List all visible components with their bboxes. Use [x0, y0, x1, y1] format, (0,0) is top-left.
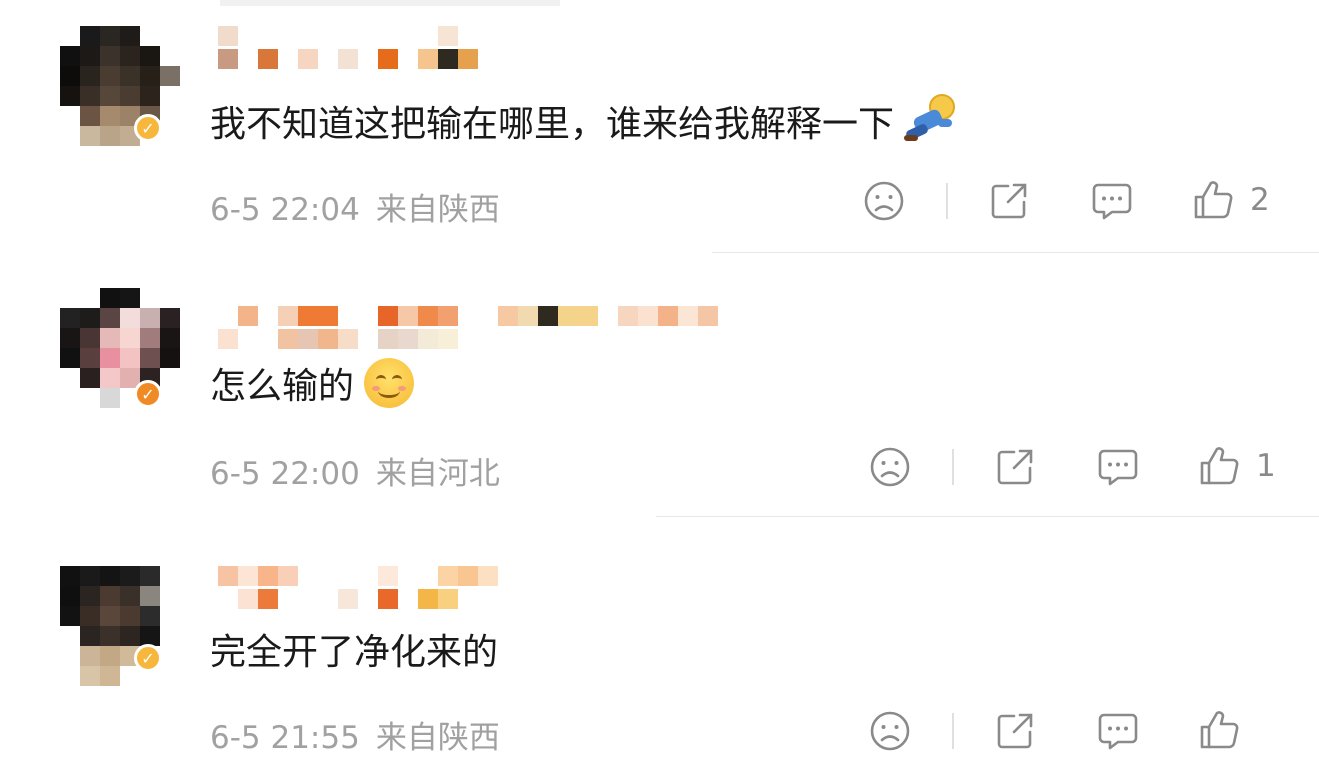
- thumbs-up-icon: [1200, 711, 1239, 749]
- comment-meta: 6-5 21:55 来自陕西: [210, 712, 500, 757]
- dislike-button[interactable]: [869, 710, 911, 752]
- comment-button[interactable]: [1090, 180, 1134, 222]
- like-count: 2: [1250, 182, 1270, 218]
- share-button[interactable]: [994, 446, 1036, 488]
- comment-meta: 6-5 22:04 来自陕西: [210, 184, 500, 229]
- comment-time: 6-5 21:55: [210, 720, 360, 756]
- share-icon: [997, 713, 1033, 749]
- action-separator: [952, 449, 954, 485]
- comment-divider: [712, 252, 1319, 253]
- sleeping-sticker-icon: [900, 93, 960, 149]
- comment-time: 6-5 22:00: [210, 456, 360, 492]
- comment-text: 怎么输的: [210, 358, 415, 408]
- thumbs-up-icon: [1200, 447, 1239, 485]
- share-button[interactable]: [994, 710, 1036, 752]
- action-separator: [946, 183, 948, 219]
- comment-text: 完全开了净化来的: [210, 624, 498, 674]
- avatar[interactable]: [60, 288, 180, 408]
- username-blurred[interactable]: [218, 566, 498, 612]
- like-button[interactable]: [1198, 708, 1256, 752]
- sad-face-icon: [864, 181, 904, 221]
- comment-text-content: 我不知道这把输在哪里，谁来给我解释一下: [210, 104, 895, 145]
- share-icon: [997, 449, 1033, 485]
- avatar[interactable]: [60, 566, 180, 686]
- previous-item-edge: [220, 0, 560, 6]
- comment-icon: [1098, 449, 1138, 486]
- like-button[interactable]: 2: [1192, 178, 1270, 222]
- share-icon: [991, 183, 1027, 219]
- like-button[interactable]: 1: [1198, 444, 1276, 488]
- username-blurred[interactable]: [218, 306, 718, 352]
- comment-button[interactable]: [1096, 710, 1140, 752]
- sad-face-icon: [870, 711, 910, 751]
- comment-icon: [1092, 183, 1132, 220]
- comment-location: 来自陕西: [375, 720, 500, 756]
- verified-badge-icon: ✓: [134, 114, 162, 142]
- verified-badge-icon: ✓: [134, 380, 162, 408]
- sad-face-icon: [870, 447, 910, 487]
- username-blurred[interactable]: [218, 26, 498, 72]
- dislike-button[interactable]: [863, 180, 905, 222]
- comment-icon: [1098, 713, 1138, 750]
- dislike-button[interactable]: [869, 446, 911, 488]
- comment-divider: [656, 516, 1319, 517]
- comment-location: 来自陕西: [375, 192, 500, 228]
- smile-emoji-icon: [364, 358, 415, 408]
- like-count: 1: [1256, 448, 1276, 484]
- verified-badge-icon: ✓: [134, 644, 162, 672]
- avatar[interactable]: [60, 26, 180, 146]
- thumbs-up-icon: [1194, 181, 1233, 219]
- comment-text: 我不知道这把输在哪里，谁来给我解释一下: [210, 93, 960, 149]
- comment-location: 来自河北: [375, 456, 500, 492]
- comment-meta: 6-5 22:00 来自河北: [210, 448, 500, 493]
- comment-text-content: 怎么输的: [210, 366, 355, 407]
- comment-text-content: 完全开了净化来的: [210, 632, 499, 673]
- comment-time: 6-5 22:04: [210, 192, 360, 228]
- action-separator: [952, 713, 954, 749]
- share-button[interactable]: [988, 180, 1030, 222]
- comment-button[interactable]: [1096, 446, 1140, 488]
